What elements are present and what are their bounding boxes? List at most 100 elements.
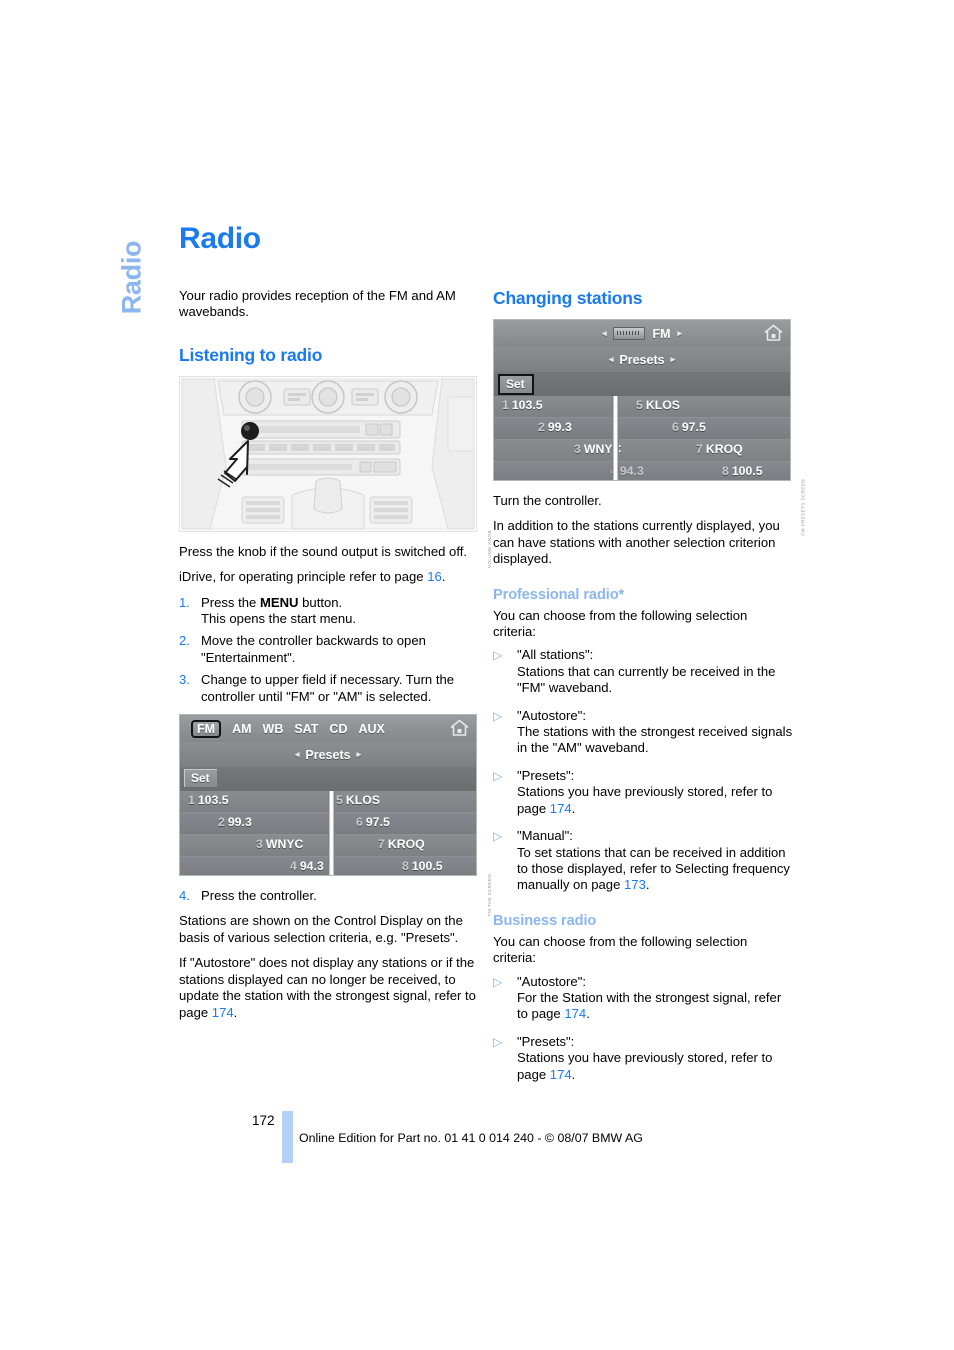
page-ref-173[interactable]: 173 [624,877,646,892]
preset-1[interactable]: 1 103.5 [188,793,229,807]
preset-4[interactable]: 494.3 [290,859,324,873]
band-label-fm: FM [652,326,671,341]
preset-3[interactable]: 3 WNYC [256,837,303,851]
footer-edition-text: Online Edition for Part no. 01 41 0 014 … [299,1131,643,1145]
set-button[interactable]: Set [184,769,217,788]
bullet-title: "Presets": [517,1033,575,1049]
preset-2-value: 99.3 [547,420,572,434]
heading-listening-to-radio: Listening to radio [179,344,323,365]
step-1-pre: Press the [201,594,260,610]
left-column: Your radio provides reception of the FM … [179,288,492,1030]
idrive-ref-pre: iDrive, for operating principle refer to… [179,569,428,585]
preset-5[interactable]: 5 KLOS [636,398,680,412]
band-left-arrow-icon[interactable]: ◂ [602,328,607,339]
page-title: Radio [179,222,261,255]
center-console-illustration [179,375,477,532]
preset-4-value: 94.3 [299,859,324,874]
preset-2[interactable]: 2 99.3 [218,815,252,829]
preset-8[interactable]: 8 100.5 [722,464,763,478]
stations-criteria-paragraph: Stations are shown on the Control Displa… [179,913,463,945]
preset-6[interactable]: 6 97.5 [356,815,390,829]
bullet-text-post: . [571,800,576,816]
turn-controller-paragraph: Turn the controller. [493,493,602,508]
preset-7[interactable]: 7 KROQ [696,442,743,456]
step-2-body: Move the controller backwards to open "E… [201,633,426,665]
knob-paragraph: Press the knob if the sound output is sw… [179,543,467,559]
right-column: Changing stations ◂ FM ▸ ◂ Presets ▸ Set… [493,288,806,1094]
preset-1-value: 103.5 [197,793,229,808]
presets-right-arrow-icon[interactable]: ▸ [357,749,362,760]
preset-scroll-slider[interactable] [612,396,619,480]
figure-idrive-fm: ◂ FM ▸ ◂ Presets ▸ Set 1 103.5 5 KLOS 2 … [493,319,806,536]
home-icon[interactable] [764,324,783,342]
preset-6[interactable]: 6 97.5 [672,420,706,434]
page-ref-174-presets[interactable]: 174 [550,801,572,816]
step-1-number: 1. [179,594,190,610]
preset-3-value: WNYC [265,837,304,852]
set-button[interactable]: Set [498,374,534,395]
business-intro: You can choose from the following select… [493,933,748,966]
chapter-tab: Radio [112,222,152,342]
preset-8-number: 8 [722,464,729,478]
radio-chip-icon [613,327,646,340]
preset-row[interactable]: 494.3 8100.5 [494,462,790,480]
bullet-text: The stations with the strongest received… [517,724,793,756]
preset-1-value: 103.5 [511,398,543,412]
preset-2-number: 2 [538,420,545,434]
tab-wb[interactable]: WB [263,722,284,736]
preset-8-value: 100.5 [411,859,443,874]
preset-5-number: 5 [336,793,343,808]
preset-scroll-slider[interactable] [328,791,335,876]
home-icon[interactable] [450,719,469,737]
tab-sat[interactable]: SAT [294,722,318,736]
preset-row[interactable]: 1 103.5 5 KLOS [494,396,790,418]
page-ref-174-left[interactable]: 174 [212,1005,234,1020]
idrive-band-selector[interactable]: ◂ FM ▸ [494,320,790,347]
idrive-presets-bar[interactable]: ◂ Presets ▸ [494,347,790,373]
preset-4-number: 4 [290,859,297,874]
presets-right-arrow-icon[interactable]: ▸ [671,354,676,365]
page-ref-174-business-presets[interactable]: 174 [550,1067,572,1082]
idrive-preset-list: 1103.5 5KLOS 299.3 697.5 3WNYC 7KROQ 494… [494,396,790,480]
page-ref-16[interactable]: 16 [427,569,442,584]
preset-2[interactable]: 2 99.3 [538,420,572,434]
preset-5[interactable]: 5 KLOS [336,793,380,807]
preset-7[interactable]: 7 KROQ [378,837,425,851]
autostore-post: . [233,1004,238,1020]
step-4-number: 4. [179,888,190,904]
autostore-paragraph: If "Autostore" does not display any stat… [179,955,479,1021]
presets-left-arrow-icon[interactable]: ◂ [609,354,614,365]
preset-1-number: 1 [502,398,509,412]
bullet-title: "Autostore": [517,707,586,723]
bullet-body: "Autostore": The stations with the strong… [517,708,793,757]
heading-changing-stations: Changing stations [493,288,643,308]
tab-aux[interactable]: AUX [358,722,384,736]
figure-code: FM TAB SCREEN [487,874,492,917]
triangle-bullet-icon: ▷ [493,1034,503,1049]
bullet-title: "Manual": [517,828,573,844]
bullet-body: "Manual": To set stations that can be rec… [517,828,793,894]
preset-row[interactable]: 3 WNYC 7 KROQ [494,440,790,462]
tab-fm[interactable]: FM [191,719,222,738]
bullet-text: For the Station with the strongest signa… [517,989,782,1022]
page-ref-174-autostore[interactable]: 174 [564,1006,586,1021]
preset-8-value: 100.5 [731,464,763,478]
chapter-tab-label: Radio [116,240,147,315]
idrive-presets-bar[interactable]: ◂ Presets ▸ [180,742,476,769]
preset-8[interactable]: 8 100.5 [402,859,443,873]
preset-row[interactable]: 2 99.3 6 97.5 [494,418,790,440]
business-bullet-list: ▷ "Autostore": For the Station with the s… [493,974,793,1083]
step-1-post: button. [298,594,343,610]
tab-cd[interactable]: CD [329,722,347,736]
list-item: ▷ "Autostore": The stations with the stro… [493,708,793,757]
tab-am[interactable]: AM [232,722,251,736]
presets-left-arrow-icon[interactable]: ◂ [295,749,300,760]
preset-7-value: KROQ [705,442,743,456]
triangle-bullet-icon: ▷ [493,974,503,989]
step-2-number: 2. [179,633,190,649]
preset-1[interactable]: 1 103.5 [502,398,543,412]
band-right-arrow-icon[interactable]: ▸ [678,328,683,339]
preset-7-number: 7 [696,442,703,456]
bullet-body: "Autostore": For the Station with the str… [517,974,793,1023]
addition-paragraph: In addition to the stations currently di… [493,518,780,567]
